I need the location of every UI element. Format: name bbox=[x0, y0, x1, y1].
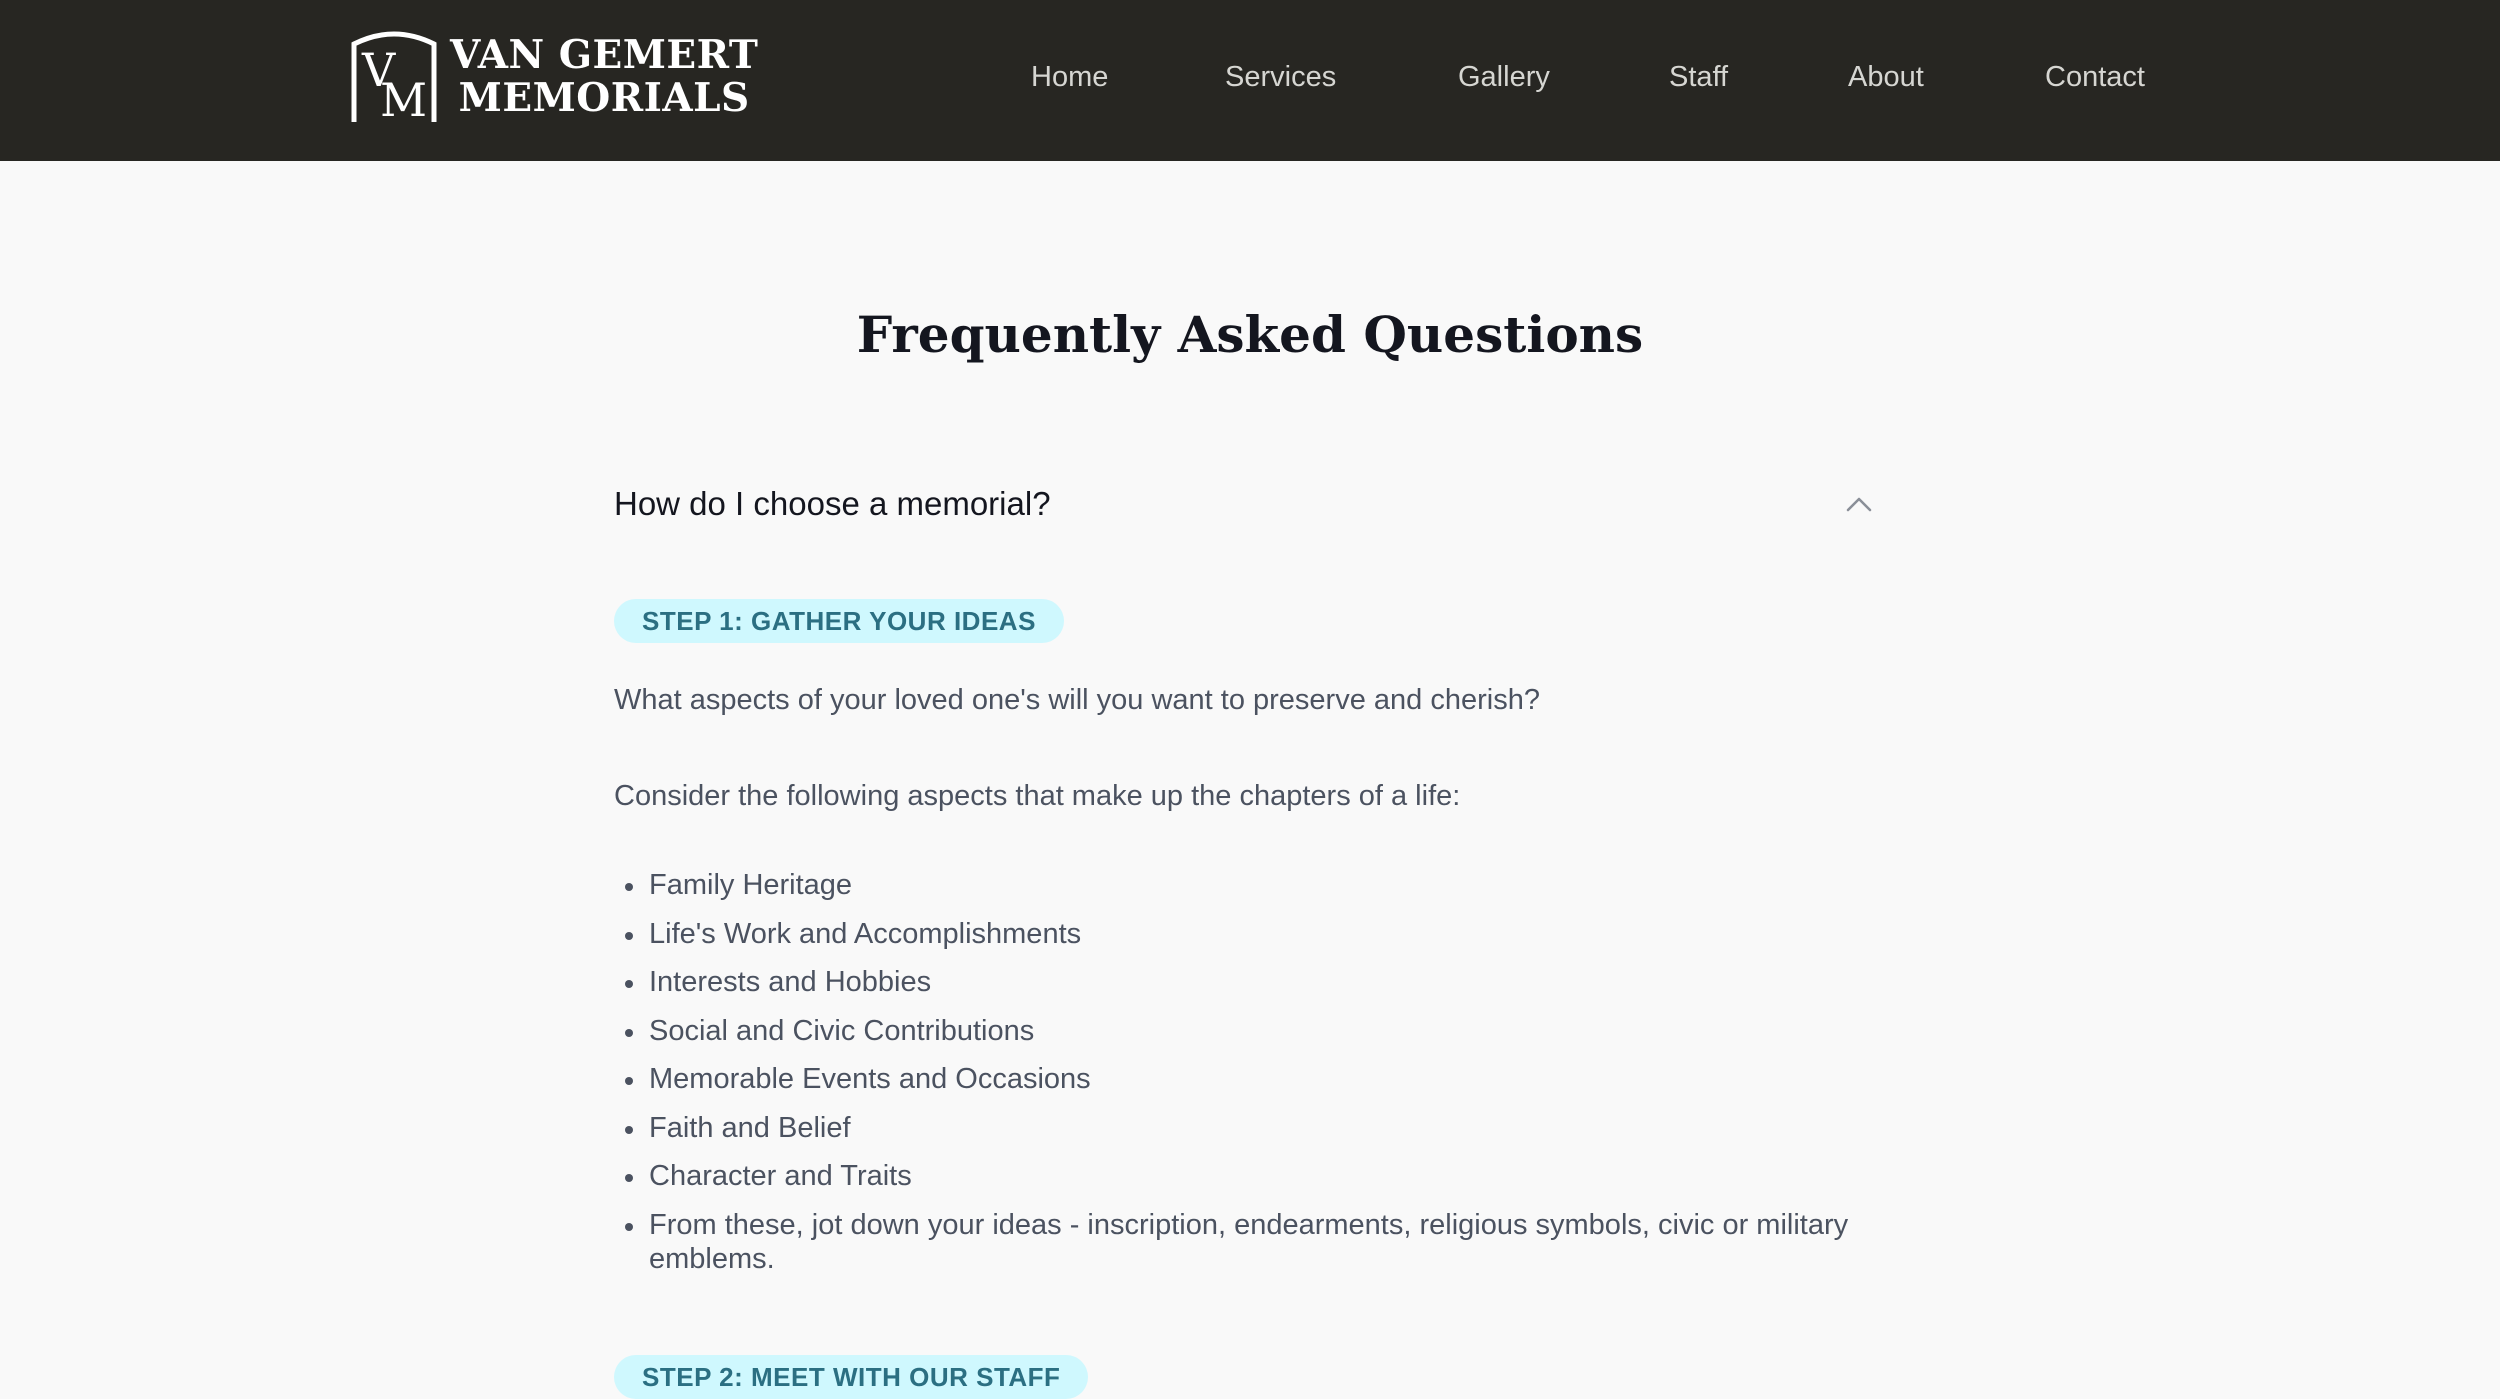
chevron-up-icon[interactable] bbox=[1844, 489, 1874, 519]
step-1-lead: Consider the following aspects that make… bbox=[614, 780, 1461, 812]
list-item: Interests and Hobbies bbox=[614, 965, 1914, 999]
list-item: Life's Work and Accomplishments bbox=[614, 917, 1914, 951]
faq-question-toggle[interactable]: How do I choose a memorial? bbox=[614, 478, 1880, 530]
nav-home[interactable]: Home bbox=[1031, 56, 1108, 98]
nav-about[interactable]: About bbox=[1848, 56, 1924, 98]
site-header: V M VAN GEMERT MEMORIALS Home Services G… bbox=[0, 0, 2500, 161]
nav-staff[interactable]: Staff bbox=[1669, 56, 1728, 98]
list-item: From these, jot down your ideas - inscri… bbox=[614, 1208, 1914, 1276]
step-1-badge: STEP 1: GATHER YOUR IDEAS bbox=[614, 599, 1064, 643]
list-item: Faith and Belief bbox=[614, 1111, 1914, 1145]
step-2-badge: STEP 2: MEET WITH OUR STAFF bbox=[614, 1355, 1089, 1399]
life-aspects-list: Family Heritage Life's Work and Accompli… bbox=[614, 868, 1914, 1290]
list-item: Memorable Events and Occasions bbox=[614, 1062, 1914, 1096]
nav-gallery[interactable]: Gallery bbox=[1458, 56, 1550, 98]
list-item: Social and Civic Contributions bbox=[614, 1014, 1914, 1048]
list-item: Character and Traits bbox=[614, 1159, 1914, 1193]
list-item: Family Heritage bbox=[614, 868, 1914, 902]
main-nav: Home Services Gallery Staff About Contac… bbox=[0, 56, 2500, 98]
step-1-intro: What aspects of your loved one's will yo… bbox=[614, 684, 1540, 716]
nav-contact[interactable]: Contact bbox=[2045, 56, 2145, 98]
faq-question-text: How do I choose a memorial? bbox=[614, 485, 1051, 522]
nav-services[interactable]: Services bbox=[1225, 56, 1336, 98]
page-title: Frequently Asked Questions bbox=[856, 305, 1644, 364]
